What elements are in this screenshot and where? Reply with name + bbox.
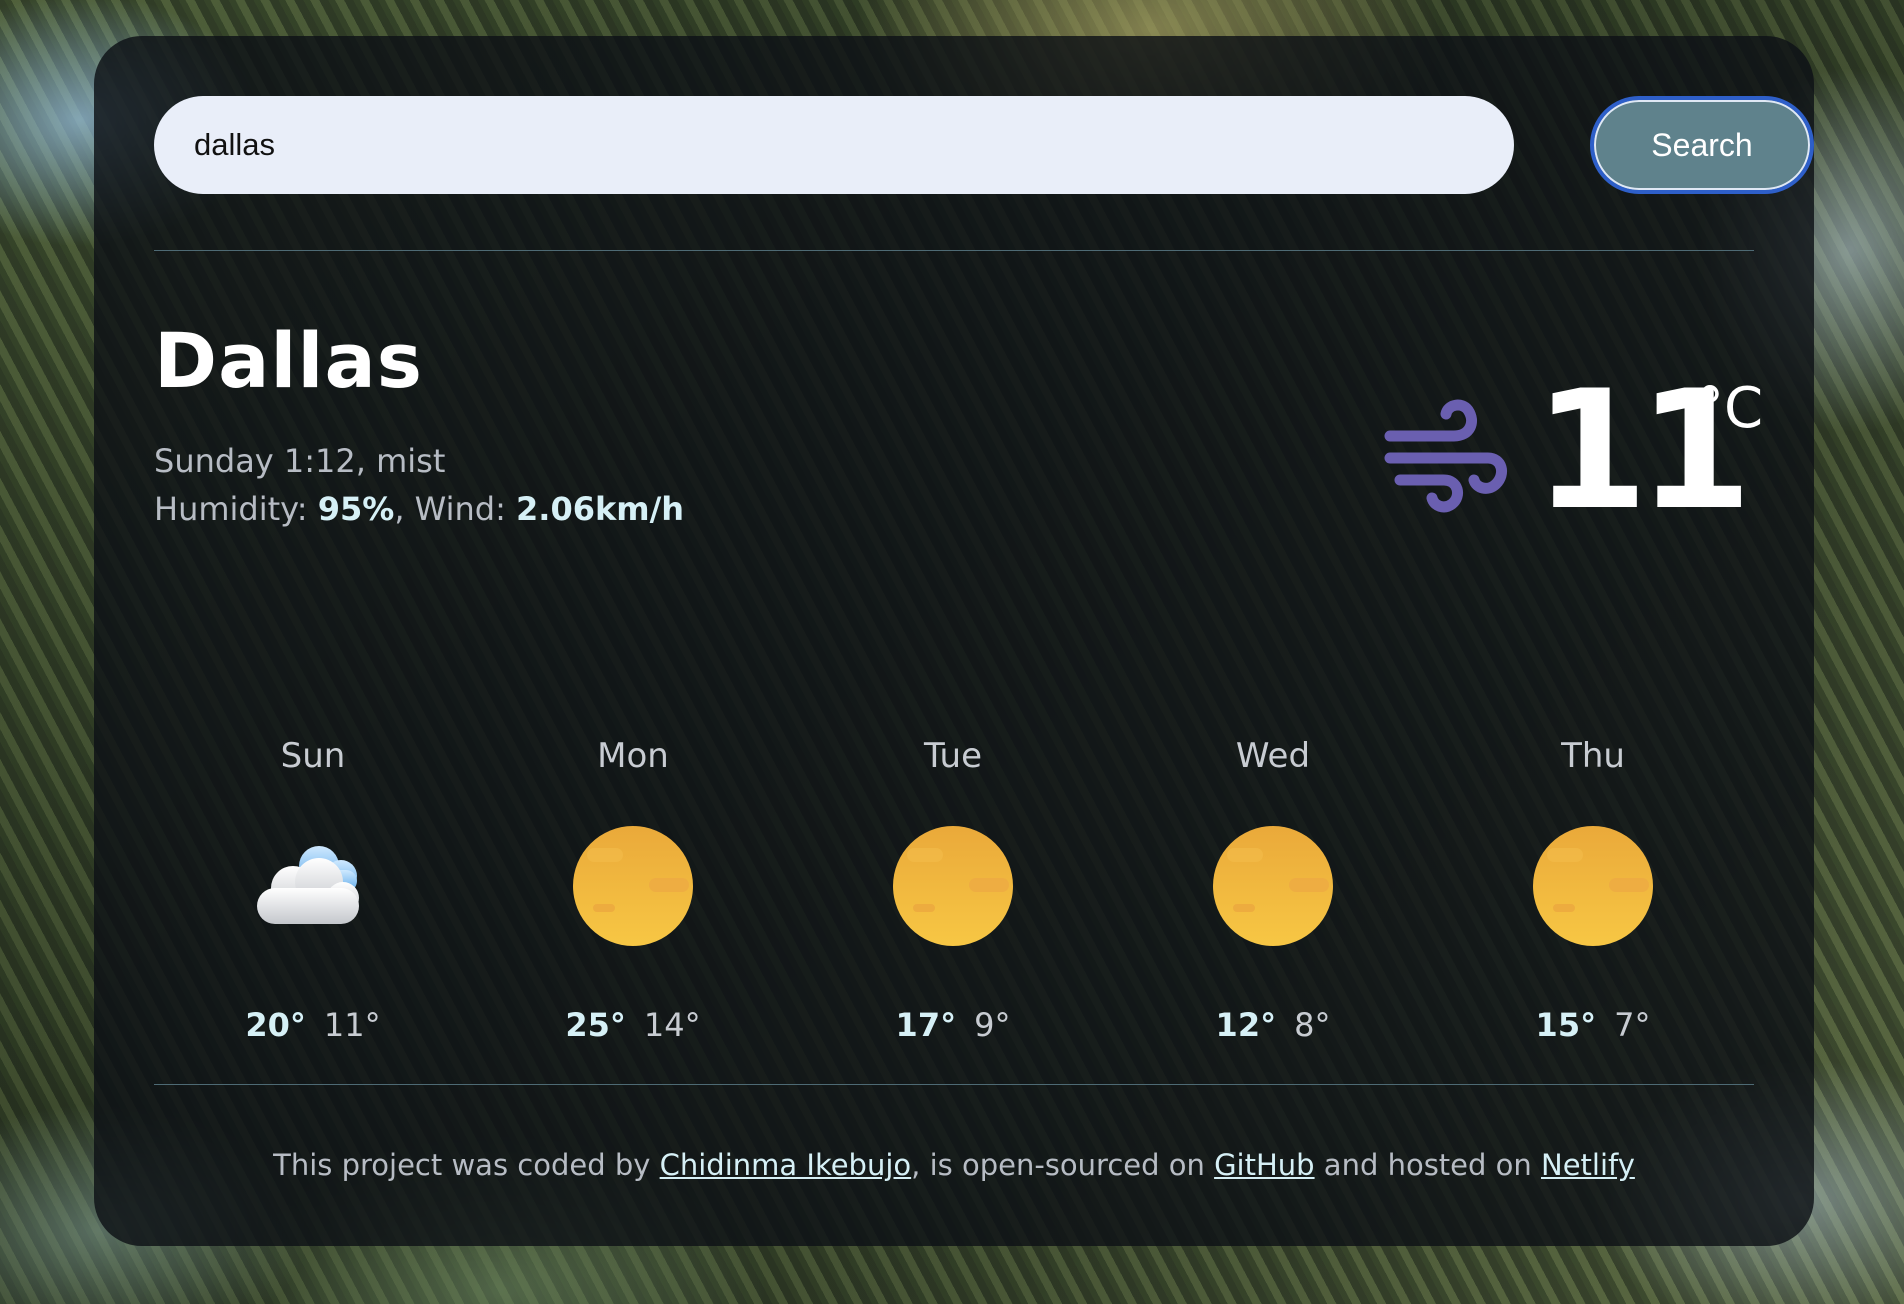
forecast-day: Mon 25° 14° [533, 726, 733, 1066]
forecast-temps: 25° 14° [533, 1006, 733, 1044]
forecast-temps: 15° 7° [1493, 1006, 1693, 1044]
forecast-max: 12° [1215, 1006, 1277, 1044]
forecast-min: 8° [1294, 1006, 1331, 1044]
sun-icon [893, 826, 1013, 946]
forecast-temps: 20° 11° [213, 1006, 413, 1044]
forecast-temps: 12° 8° [1173, 1006, 1373, 1044]
forecast-min: 9° [974, 1006, 1011, 1044]
current-temperature: 11 °C [1384, 356, 1764, 556]
forecast-day: Thu 15° 7° [1493, 726, 1693, 1066]
humidity-value: 95% [317, 490, 395, 528]
forecast-row: Sun 20° 11° Mon 25° 14° Tue 17° 9° Wed 1… [154, 726, 1754, 1066]
search-button[interactable]: Search [1590, 96, 1814, 194]
footer-text: This project was coded by [273, 1148, 660, 1182]
netlify-link[interactable]: Netlify [1541, 1148, 1635, 1182]
weather-card: Search Dallas Sunday 1:12, mist Humidity… [94, 36, 1814, 1246]
forecast-temps: 17° 9° [853, 1006, 1053, 1044]
cloud-icon [257, 846, 359, 924]
forecast-day-name: Mon [597, 736, 669, 776]
temperature-unit[interactable]: °C [1696, 376, 1763, 441]
forecast-day-name: Thu [1561, 736, 1625, 776]
author-link[interactable]: Chidinma Ikebujo [660, 1148, 912, 1182]
forecast-max: 25° [565, 1006, 626, 1044]
wind-value: 2.06km/h [516, 490, 685, 528]
comma-separator: , [355, 442, 377, 480]
weather-description: mist [376, 442, 446, 480]
footer: This project was coded by Chidinma Ikebu… [154, 1148, 1754, 1182]
comma-separator: , [394, 490, 415, 528]
footer-text: and hosted on [1314, 1148, 1541, 1182]
forecast-day-name: Sun [280, 736, 346, 776]
humidity-wind-line: Humidity: 95%, Wind: 2.06km/h [154, 490, 684, 528]
forecast-day: Tue 17° 9° [853, 726, 1053, 1066]
humidity-label: Humidity: [154, 490, 308, 528]
wind-icon [1384, 399, 1508, 513]
date-description-line: Sunday 1:12, mist [154, 442, 445, 480]
github-link[interactable]: GitHub [1214, 1148, 1315, 1182]
current-day-time: Sunday 1:12 [154, 442, 356, 480]
forecast-max: 20° [245, 1006, 306, 1044]
forecast-day: Sun 20° 11° [213, 726, 413, 1066]
forecast-max: 15° [1535, 1006, 1597, 1044]
forecast-day-name: Tue [923, 736, 983, 776]
wind-label: Wind: [414, 490, 506, 528]
forecast-day: Wed 12° 8° [1173, 726, 1373, 1066]
bottom-divider [154, 1084, 1754, 1085]
city-name: Dallas [154, 316, 423, 405]
footer-text: , is open-sourced on [911, 1148, 1215, 1182]
sun-icon [1213, 826, 1333, 946]
forecast-day-name: Wed [1235, 736, 1311, 776]
forecast-min: 11° [323, 1006, 381, 1044]
search-input[interactable] [154, 96, 1514, 194]
sun-icon [1533, 826, 1653, 946]
forecast-max: 17° [895, 1006, 957, 1044]
forecast-min: 7° [1614, 1006, 1651, 1044]
forecast-min: 14° [643, 1006, 701, 1044]
sun-icon [573, 826, 693, 946]
top-divider [154, 250, 1754, 251]
search-form: Search [154, 96, 1814, 194]
